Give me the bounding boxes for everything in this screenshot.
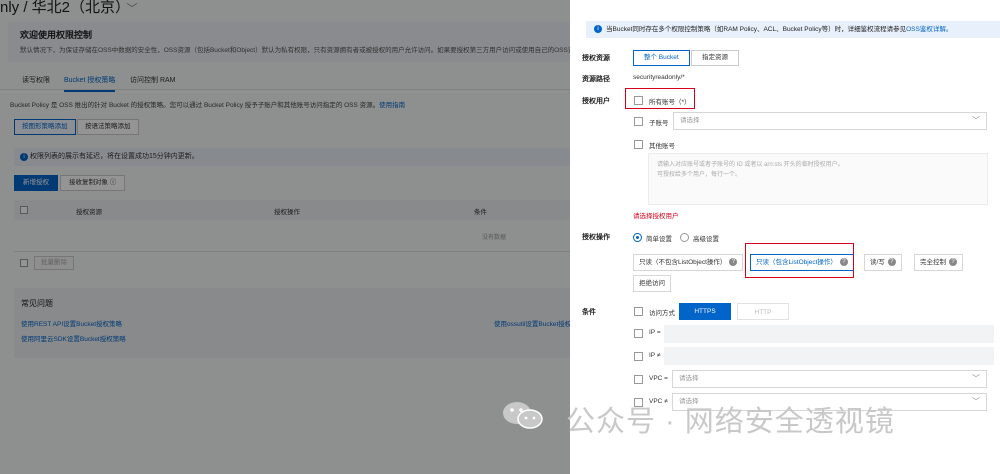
whole-bucket-option[interactable]: 整个 Bucket (633, 50, 690, 66)
http-option[interactable]: HTTP (737, 303, 789, 320)
access-method-label: 访问方式 (649, 310, 675, 317)
full-control-button[interactable]: 完全控制? (914, 254, 963, 271)
deny-access-button[interactable]: 拒绝访问 (633, 275, 671, 292)
resource-label: 授权资源 (582, 55, 610, 62)
help-icon: ? (887, 258, 896, 267)
chevron-down-icon: ﹀ (972, 374, 980, 383)
readonly-no-list-button[interactable]: 只读（不包含ListObject操作）? (633, 254, 744, 271)
advanced-mode-radio[interactable] (680, 233, 689, 242)
sub-account-label: 子账号 (649, 120, 669, 127)
read-write-button[interactable]: 读/写? (864, 254, 902, 271)
ops-label: 授权操作 (582, 234, 610, 241)
watermark-text: 公众号 · 网络安全透视镜 (566, 406, 895, 438)
chevron-down-icon: ﹀ (972, 116, 980, 125)
specified-resource-option[interactable]: 指定资源 (691, 50, 739, 66)
vpc-eq-checkbox[interactable] (634, 375, 643, 384)
user-error-text: 请选择授权用户 (633, 213, 679, 220)
other-account-checkbox[interactable] (634, 140, 643, 149)
https-option[interactable]: HTTPS (679, 303, 731, 320)
ip-ne-checkbox[interactable] (634, 352, 643, 361)
placeholder-line: 可授权给多个用户，每行一个。 (657, 172, 742, 178)
users-label: 授权用户 (582, 98, 610, 105)
ip-eq-input[interactable] (664, 325, 994, 343)
wechat-icon (503, 402, 543, 429)
ip-ne-label: IP ≠ (649, 352, 661, 359)
advanced-mode-label: 高级设置 (693, 236, 719, 243)
notice-banner: i 当Bucket同时存在多个权限控制策略（如RAM Policy、ACL、Buc… (586, 21, 1000, 38)
highlight-box (625, 88, 695, 109)
path-value: securityreadonly/* (633, 74, 685, 81)
help-icon: ? (729, 258, 738, 267)
sub-account-checkbox[interactable] (634, 117, 643, 126)
sub-account-select[interactable]: 请选择 ﹀ (673, 112, 987, 130)
other-account-label: 其他账号 (649, 143, 675, 150)
placeholder-line: 请输入对应账号或者子账号的 ID 或者以 arn:sts 开头的临时授权用户。 (657, 162, 844, 168)
ip-eq-label: IP = (649, 329, 661, 336)
auth-detail-link[interactable]: OSS鉴权详解。 (906, 26, 952, 33)
ip-ne-input[interactable] (664, 347, 994, 365)
cond-label: 条件 (582, 309, 596, 316)
other-account-input[interactable]: 请输入对应账号或者子账号的 ID 或者以 arn:sts 开头的临时授权用户。 … (648, 153, 988, 205)
highlight-box (745, 243, 854, 278)
path-label: 资源路径 (582, 76, 610, 83)
info-icon: i (594, 25, 602, 34)
simple-mode-radio[interactable] (633, 233, 642, 242)
chevron-down-icon: ﹀ (972, 397, 980, 406)
ip-eq-checkbox[interactable] (634, 329, 643, 338)
simple-mode-label: 简单设置 (646, 236, 672, 243)
vpc-eq-select[interactable]: 请选择 ﹀ (672, 370, 987, 388)
vpc-eq-label: VPC = (649, 375, 668, 382)
access-method-checkbox[interactable] (634, 307, 643, 316)
modal-overlay[interactable] (0, 0, 570, 474)
help-icon: ? (949, 258, 957, 267)
